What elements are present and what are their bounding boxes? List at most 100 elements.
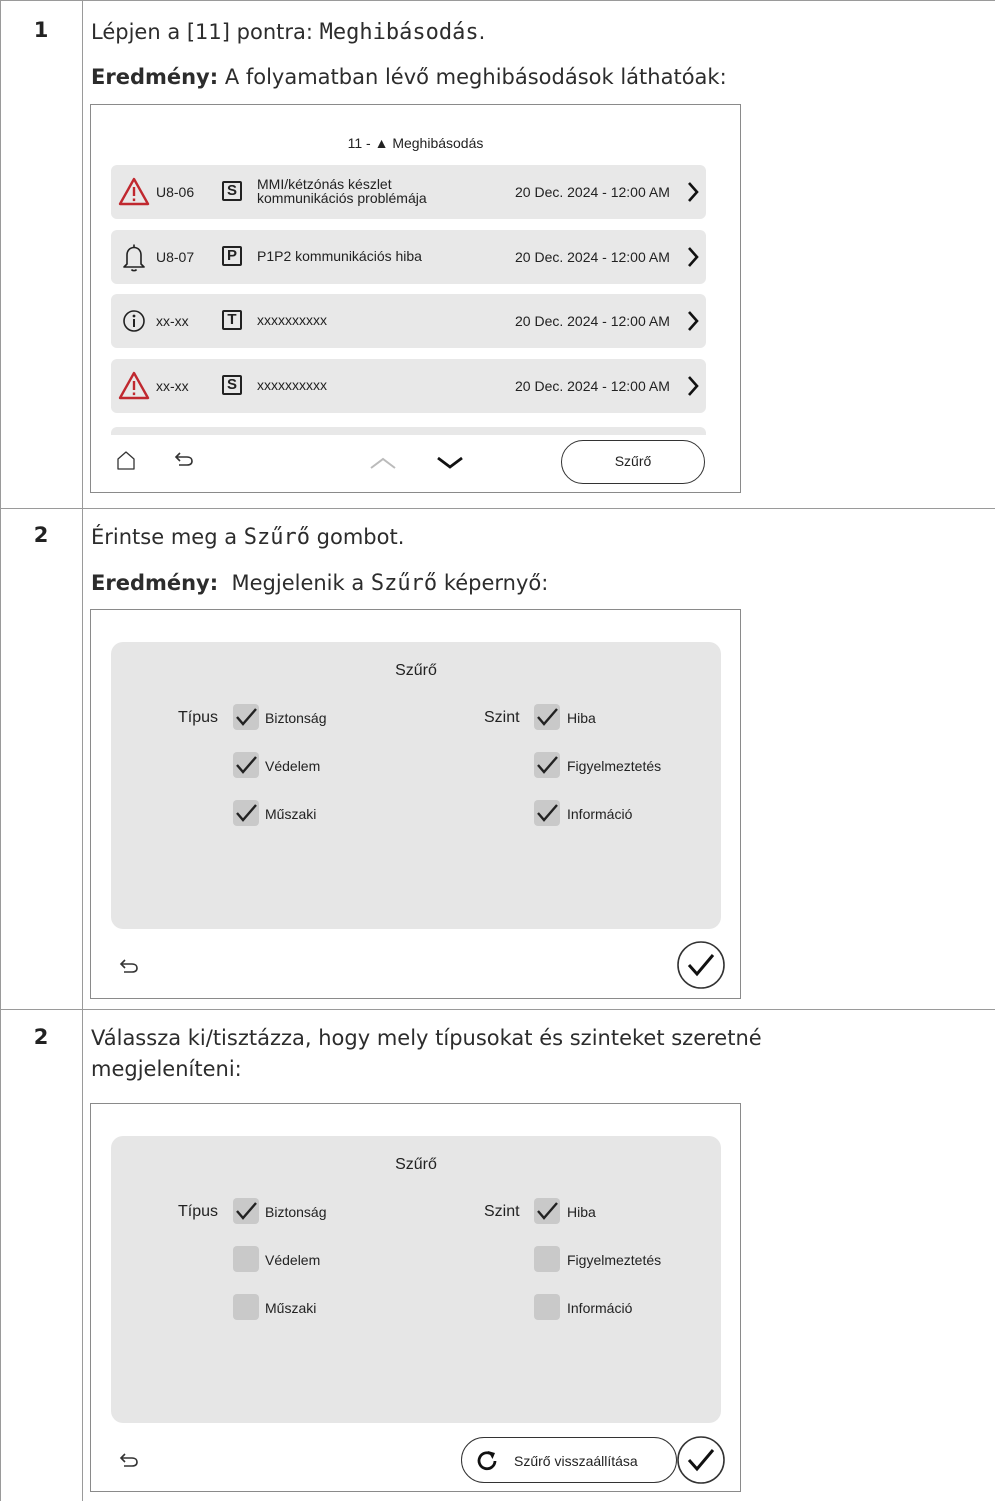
back-icon[interactable]: [173, 448, 195, 470]
error-code: xx-xx: [156, 313, 189, 329]
warning-triangle-icon: [118, 177, 150, 206]
screen-title: Szűrő: [395, 662, 437, 679]
checkbox-informacio[interactable]: [534, 800, 560, 826]
checkbox-label: Biztonság: [265, 1204, 327, 1220]
checkbox-hiba[interactable]: [534, 704, 560, 730]
table-border-top: [0, 0, 995, 1]
chevron-right-icon: [688, 182, 699, 202]
chevron-down-icon[interactable]: [436, 456, 464, 470]
step-result: Eredmény: Megjelenik a Szűrő képernyő:: [91, 571, 549, 596]
step-instruction: megjeleníteni:: [91, 1057, 242, 1081]
chevron-right-icon: [688, 247, 699, 267]
checkbox-label: Műszaki: [265, 1300, 317, 1316]
error-description: P1P2 kommunikációs hiba: [257, 248, 422, 264]
confirm-check-icon[interactable]: [676, 940, 726, 990]
filter-screen: Szűrő Típus Szint Biztonság Védelem Műsz…: [90, 609, 741, 999]
checkbox-label: Figyelmeztetés: [567, 758, 662, 774]
step-instruction: Válassza ki/tisztázza, hogy mely típusok…: [91, 1026, 762, 1050]
check-icon: [537, 804, 558, 822]
refresh-icon: [477, 1451, 497, 1471]
check-icon: [537, 708, 558, 726]
checkbox-muszaki[interactable]: [233, 800, 259, 826]
checkbox-label: Hiba: [567, 710, 596, 726]
filter-screen: Szűrő Típus Szint Biztonság Védelem Műsz…: [90, 1103, 741, 1492]
reset-filter-button[interactable]: Szűrő visszaállítása: [461, 1437, 677, 1483]
checkbox-hiba[interactable]: [534, 1198, 560, 1224]
checkbox-vedelem[interactable]: [233, 752, 259, 778]
list-item: [111, 427, 706, 435]
table-border-left: [0, 0, 1, 1501]
check-icon: [537, 756, 558, 774]
checkbox-label: Biztonság: [265, 710, 327, 726]
check-icon: [236, 756, 257, 774]
checkbox-label: Műszaki: [265, 806, 317, 822]
checkbox-informacio[interactable]: [534, 1294, 560, 1320]
table-row-divider: [0, 1009, 995, 1010]
screen-title: Szűrő: [395, 1156, 437, 1173]
checkbox-figyelmeztetes[interactable]: [534, 1246, 560, 1272]
step-number: 1: [33, 18, 49, 42]
error-date: 20 Dec. 2024 - 12:00 AM: [515, 378, 670, 394]
list-item[interactable]: U8-06 S MMI/kétzónás készlet kommunikáció…: [111, 165, 706, 219]
confirm-check-icon[interactable]: [676, 1435, 726, 1485]
list-item[interactable]: xx-xx S xxxxxxxxxx 20 Dec. 2024 - 12:00 …: [111, 359, 706, 413]
error-code: U8-06: [156, 184, 195, 200]
error-description: xxxxxxxxxx: [257, 377, 327, 393]
check-icon: [236, 804, 257, 822]
type-label: Típus: [178, 1203, 219, 1220]
info-circle-icon: [123, 310, 145, 332]
checkbox-muszaki[interactable]: [233, 1294, 259, 1320]
checkbox-figyelmeztetes[interactable]: [534, 752, 560, 778]
home-icon[interactable]: [115, 449, 137, 471]
list-item[interactable]: U8-07 P P1P2 kommunikációs hiba 20 Dec. …: [111, 230, 706, 284]
error-code: xx-xx: [156, 378, 189, 394]
chevron-up-icon[interactable]: [369, 456, 397, 470]
bell-icon: [123, 244, 145, 272]
checkbox-vedelem[interactable]: [233, 1246, 259, 1272]
checkbox-label: Hiba: [567, 1204, 596, 1220]
filter-button-label: Szűrő: [614, 453, 652, 469]
table-row-divider: [0, 508, 995, 509]
checkbox-biztonsag[interactable]: [233, 704, 259, 730]
error-description: MMI/kétzónás készlet kommunikációs problé…: [257, 176, 427, 206]
error-date: 20 Dec. 2024 - 12:00 AM: [515, 184, 670, 200]
table-column-divider: [82, 0, 83, 1501]
checkbox-label: Figyelmeztetés: [567, 1252, 662, 1268]
error-date: 20 Dec. 2024 - 12:00 AM: [515, 249, 670, 265]
type-badge: P: [222, 246, 242, 266]
step-instruction: Lépjen a [11] pontra: Meghibásodás.: [91, 20, 486, 45]
step-result: Eredmény: A folyamatban lévő meghibásodá…: [91, 65, 727, 89]
screen-title: 11 - ▲ Meghibásodás: [347, 135, 484, 151]
list-item[interactable]: xx-xx T xxxxxxxxxx 20 Dec. 2024 - 12:00 …: [111, 294, 706, 348]
chevron-right-icon: [688, 311, 699, 331]
type-label: Típus: [178, 709, 219, 726]
type-badge: S: [222, 181, 242, 201]
step-number: 2: [33, 523, 49, 547]
error-description: xxxxxxxxxx: [257, 312, 327, 328]
level-label: Szint: [484, 709, 520, 726]
checkbox-label: Információ: [567, 1300, 633, 1316]
back-icon[interactable]: [118, 1449, 140, 1471]
type-badge: T: [222, 310, 242, 330]
error-date: 20 Dec. 2024 - 12:00 AM: [515, 313, 670, 329]
check-icon: [537, 1202, 558, 1220]
checkbox-label: Információ: [567, 806, 633, 822]
malfunction-screen: 11 - ▲ Meghibásodás U8-06 S MMI/kétzónás…: [90, 104, 741, 493]
filter-panel: Szűrő Típus Szint Biztonság Védelem Műsz…: [111, 642, 721, 929]
checkbox-label: Védelem: [265, 758, 321, 774]
back-icon[interactable]: [118, 955, 140, 977]
filter-panel: Szűrő Típus Szint Biztonság Védelem Műsz…: [111, 1136, 721, 1423]
checkbox-biztonsag[interactable]: [233, 1198, 259, 1224]
warning-triangle-icon: [118, 371, 150, 400]
type-badge: S: [222, 375, 242, 395]
level-label: Szint: [484, 1203, 520, 1220]
check-icon: [236, 708, 257, 726]
step-number: 2: [33, 1025, 49, 1049]
reset-filter-label: Szűrő visszaállítása: [514, 1453, 638, 1469]
filter-button[interactable]: Szűrő: [561, 440, 705, 484]
error-code: U8-07: [156, 249, 195, 265]
chevron-right-icon: [688, 376, 699, 396]
check-icon: [236, 1202, 257, 1220]
checkbox-label: Védelem: [265, 1252, 321, 1268]
step-instruction: Érintse meg a Szűrő gombot.: [91, 525, 405, 550]
